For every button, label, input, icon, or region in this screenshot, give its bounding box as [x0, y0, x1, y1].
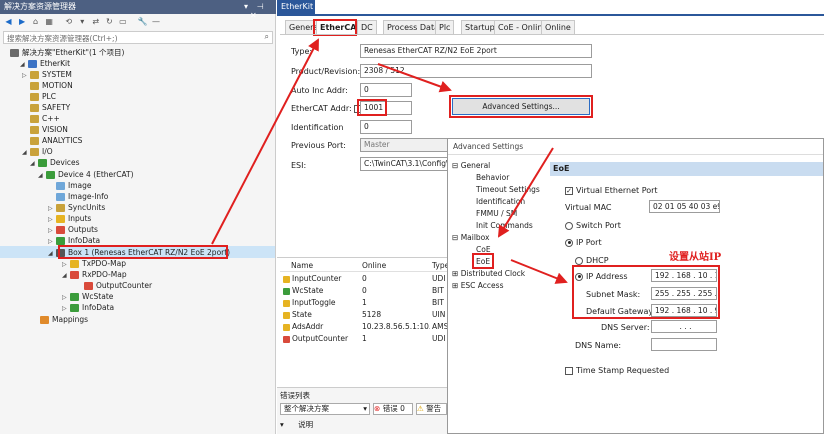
- arrow-eoe-to-ip: [510, 259, 568, 284]
- arrow-advanced-to-eoe: [497, 147, 554, 238]
- annotation-arrows: [211, 38, 568, 284]
- arrow-box-to-tab: [211, 38, 319, 245]
- arrow-tab-to-advanced: [377, 63, 452, 93]
